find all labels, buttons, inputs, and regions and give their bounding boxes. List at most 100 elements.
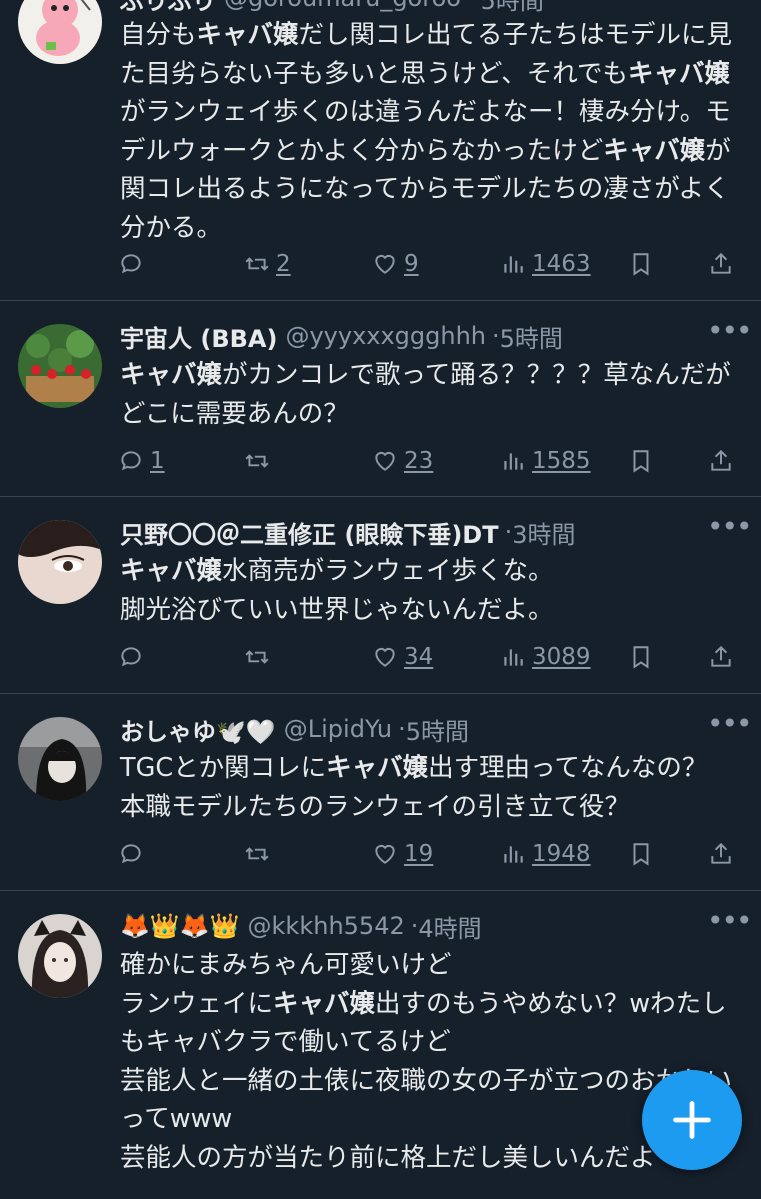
tweet-time[interactable]: 3時間 (512, 515, 575, 550)
like-count: 23 (404, 448, 434, 474)
views-button[interactable]: 1463 (500, 251, 591, 277)
author-name[interactable]: おしゃゆ🕊️🤍 (120, 712, 276, 747)
heart-icon (375, 647, 395, 667)
reply-button[interactable]: 1 (118, 448, 165, 474)
retweet-button[interactable] (244, 841, 276, 867)
tweet-time[interactable]: 4時間 (418, 909, 481, 944)
highlighted-keyword: キャバ嬢 (120, 360, 223, 390)
separator-dot: · (504, 518, 513, 546)
avatar[interactable] (18, 0, 102, 64)
views-count: 1463 (532, 251, 591, 277)
retweet-button[interactable]: 2 (244, 251, 291, 277)
like-count: 34 (404, 644, 434, 670)
heart-icon (375, 254, 395, 274)
author-handle[interactable]: @kkkhh5542 (248, 912, 405, 940)
author-name[interactable]: 🦊👑🦊👑 (120, 912, 240, 940)
highlighted-keyword: キャバ嬢 (273, 988, 376, 1019)
author-name[interactable]: 只野〇〇＠二重修正 (眼瞼下垂)DT (120, 515, 499, 550)
reply-icon (121, 254, 141, 274)
retweet-button[interactable] (244, 448, 276, 474)
compose-button[interactable] (642, 1070, 742, 1170)
tweet-actions: 34 3089 (118, 640, 743, 674)
highlighted-keyword: キャバ嬢 (326, 753, 429, 783)
avatar[interactable] (18, 717, 102, 801)
like-button[interactable]: 9 (372, 251, 419, 277)
views-button[interactable]: 1585 (500, 448, 591, 474)
views-count: 1585 (532, 448, 591, 474)
separator-dot: · (410, 912, 419, 940)
more-icon[interactable]: ••• (707, 317, 753, 352)
retweet-icon (245, 454, 269, 468)
author-handle[interactable]: @goroumaru_goroo (224, 0, 461, 12)
plus-icon (673, 1101, 711, 1139)
views-count: 1948 (532, 841, 591, 867)
like-count: 9 (404, 251, 419, 277)
reply-button[interactable] (118, 251, 150, 277)
avatar[interactable] (18, 520, 102, 604)
tweet-text: 自分もキャバ嬢だし関コレ出てる子たちはモデルに見た目劣らない子も多いと思うけど、… (120, 16, 743, 247)
tweet-actions: 1 23 1585 (118, 444, 743, 478)
author-handle[interactable]: @LipidYu (284, 715, 392, 743)
views-button[interactable]: 1948 (500, 841, 591, 867)
highlighted-keyword: キャバ嬢 (603, 135, 706, 166)
avatar[interactable] (18, 914, 102, 998)
bookmark-button[interactable] (628, 841, 654, 867)
highlighted-keyword: キャバ嬢 (120, 556, 223, 586)
author-name[interactable]: ぷりぷり (120, 0, 216, 16)
reply-icon (121, 647, 141, 667)
tweet-text: キャバ嬢水商売がランウェイ歩くな。 脚光浴びていい世界じゃないんだよ。 (120, 552, 743, 629)
tweet-header: 🦊👑🦊👑 @kkkhh5542 · 4時間 (120, 906, 743, 946)
tweet-time[interactable]: 5時間 (481, 0, 544, 16)
share-icon (711, 252, 731, 274)
avatar-image (18, 324, 102, 408)
tweet-text: TGCとか関コレにキャバ嬢出す理由ってなんなの？ 本職モデルたちのランウェイの引… (120, 749, 743, 826)
retweet-icon (245, 650, 269, 664)
views-count: 3089 (532, 644, 591, 670)
author-handle[interactable]: @yyyxxxggghhh (285, 322, 486, 350)
tweet-text: キャバ嬢がカンコレで歌って踊る？？？？草なんだがどこに需要あんの？ (120, 356, 743, 433)
retweet-icon (245, 847, 269, 861)
views-icon (504, 256, 523, 273)
like-button[interactable]: 23 (372, 448, 433, 474)
tweet-text-segment: TGCとか関コレに (120, 753, 327, 783)
reply-icon (121, 844, 141, 864)
like-button[interactable]: 34 (372, 644, 433, 670)
highlighted-keyword: キャバ嬢 (196, 20, 299, 50)
more-icon[interactable]: ••• (707, 907, 753, 942)
share-button[interactable] (708, 841, 734, 867)
reply-button[interactable] (118, 841, 150, 867)
retweet-button[interactable] (244, 644, 276, 670)
tweet-actions: 2 9 1463 (118, 247, 743, 281)
retweet-count: 2 (276, 251, 291, 277)
views-icon (504, 649, 523, 666)
more-icon[interactable]: ••• (707, 710, 753, 745)
more-icon[interactable]: ••• (707, 513, 753, 548)
reply-count: 1 (150, 448, 165, 474)
bookmark-icon (633, 646, 649, 669)
highlighted-keyword: キャバ嬢 (627, 58, 730, 89)
views-icon (504, 453, 523, 470)
tweet-header: 宇宙人 (BBA) @yyyxxxggghhh · 5時間 (120, 316, 743, 356)
reply-button[interactable] (118, 644, 150, 670)
share-button[interactable] (708, 448, 734, 474)
avatar[interactable] (18, 324, 102, 408)
bookmark-button[interactable] (628, 251, 654, 277)
tweet[interactable]: 🦊👑🦊👑 @kkkhh5542 · 4時間 確かにまみちゃん可愛いけど ランウェ… (0, 890, 761, 1199)
share-icon (711, 645, 731, 667)
share-button[interactable] (708, 644, 734, 670)
like-count: 19 (404, 841, 434, 867)
tweet-actions: 19 1948 (118, 837, 743, 871)
heart-icon (375, 451, 395, 471)
bookmark-button[interactable] (628, 448, 654, 474)
share-button[interactable] (708, 251, 734, 277)
views-button[interactable]: 3089 (500, 644, 591, 670)
bookmark-button[interactable] (628, 644, 654, 670)
share-icon (711, 842, 731, 864)
heart-icon (375, 844, 395, 864)
tweet-time[interactable]: 5時間 (406, 712, 469, 747)
bookmark-icon (633, 450, 649, 473)
like-button[interactable]: 19 (372, 841, 433, 867)
tweet-header: 只野〇〇＠二重修正 (眼瞼下垂)DT · 3時間 (120, 512, 743, 552)
tweet-time[interactable]: 5時間 (500, 319, 563, 354)
author-name[interactable]: 宇宙人 (BBA) (120, 319, 277, 354)
